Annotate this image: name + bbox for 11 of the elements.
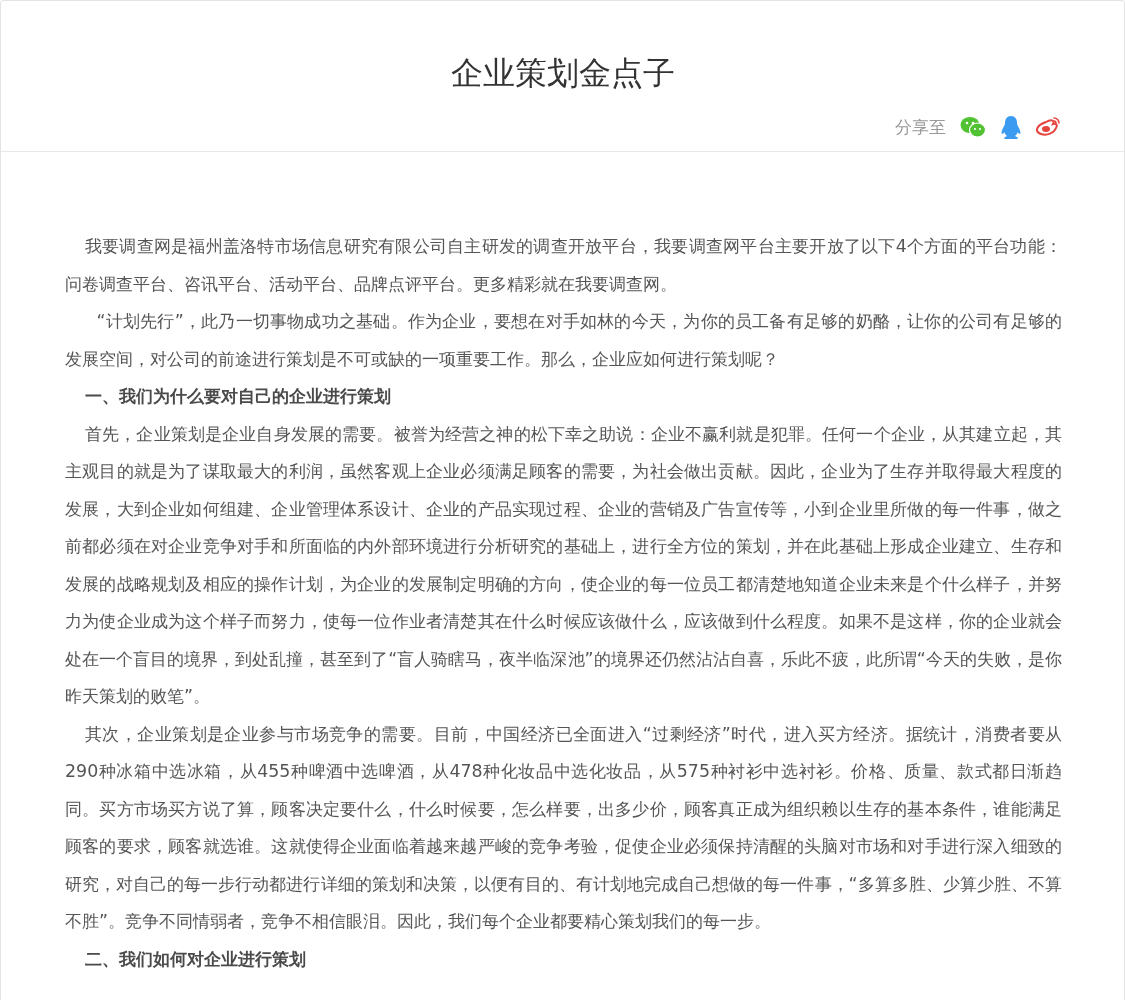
section-heading: 二、我们如何对企业进行策划 — [84, 947, 307, 971]
weibo-icon[interactable] — [1036, 116, 1062, 138]
article-title: 企业策划金点子 — [449, 53, 676, 94]
paragraph: 我要调查网是福州盖洛特市场信息研究有限公司自主研发的调查开放平台，我要调查网平台主要开放了以下4个方面的平台功能：问卷调查平台、咨讯平台、活动平台、品牌点评平台。更多精彩就在我要调查网。 — [65, 235, 1062, 296]
paragraph: 首先，企业策划是企业自身发展的需要。被誉为经营之神的松下幸之助说：企业不赢利就是犯罪。任何一个企业，从其建立起，其主观目的就是为了谋取最大的利润，虽然客观上企业必须满足顾客的需要，为社会做出贡献。因此，企业为了生存并取得最大程度的发展，大到企业如何组建、企业管理体系设计、企业的产品实现过程、企业的营销及广告宣传等，小到企业里所做的每一件事，做之前都必须在对企业竞争对手和所面临的内外部环境进行分析研究的基础上，进行全方位的策划，并在此基础上形成企业建立、生存和发展的战略规划及相应的操作计划，为企业的发展制定明确的方向，使企业的每一位员工都清楚地知道企业未来是个什么样子，并努力为使企业成为这个样子而努力，使每一位作业者清楚其在什么时候应该做什么，应该做到什么程度。如果不是这样，你的企业就会处在一个盲目的境界，到处乱撞，甚至到了“盲人骑瞎马，夜半临深池”的境界还仍然沾沾自喜，乐此不疲，此所谓“今天的失败，是你昨天策划的败笔”。 — [65, 422, 1062, 708]
paragraph: 其次，企业策划是企业参与市场竞争的需要。目前，中国经济已全面进入“过剩经济”时代，进入买方经济。据统计，消费者要从290种冰箱中选冰箱，从455种啤酒中选啤酒，从478种化妆品中选化妆品，从575种衬衫中选衬衫。价格、质量、款式都日渐趋同。买方市场买方说了算，顾客决定要什么，什么时候要，怎么样要，出多少价，顾客真正成为组织赖以生存的基本条件，谁能满足顾客的要求，顾客就选谁。这就使得企业面临着越来越严峻的竞争考验，促使企业必须保持清醒的头脑对市场和对手进行深入细致的研究，对自己的每一步行动都进行详细的策划和决策，以便有目的、有计划地完成自己想做的每一件事，“多算多胜、少算少胜、不算不胜”。竞争不同情弱者，竞争不相信眼泪。因此，我们每个企业都要精心策划我们的每一步。 — [65, 722, 1062, 933]
penguin-icon[interactable] — [1000, 115, 1022, 139]
share-label: 分享至 — [895, 115, 946, 139]
wechat-icon[interactable] — [960, 116, 986, 138]
paragraph: “计划先行”，此乃一切事物成功之基础。作为企业，要想在对手如林的今天，为你的员工备有足够的奶酪，让你的公司有足够的发展空间，对公司的前途进行策划是不可或缺的一项重要工作。那么，企业应如何进行策划呢？ — [65, 310, 1062, 371]
section-heading: 一、我们为什么要对自己的企业进行策划 — [84, 385, 392, 408]
